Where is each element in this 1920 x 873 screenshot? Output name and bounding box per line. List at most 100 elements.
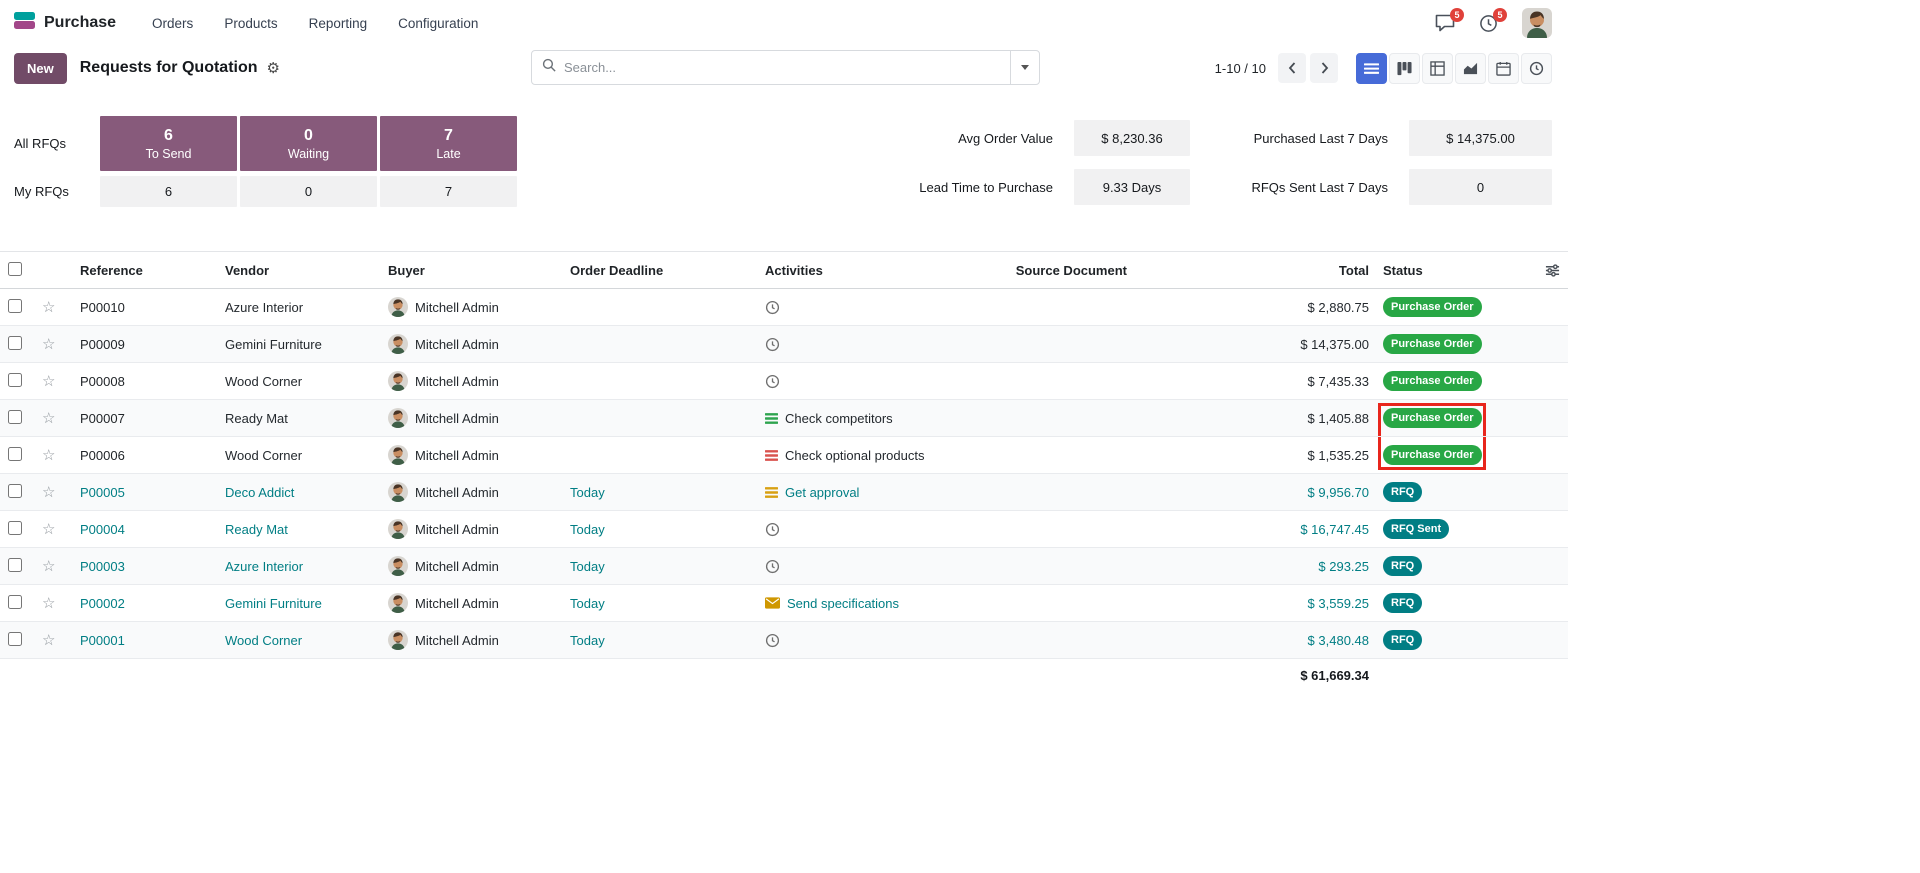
tile-to-send[interactable]: 6 To Send — [100, 116, 237, 171]
search-input[interactable] — [564, 60, 1000, 75]
purchase-app: Purchase Orders Products Reporting Confi… — [0, 0, 1568, 693]
kanban-view-button[interactable] — [1389, 53, 1420, 84]
buyer-name: Mitchell Admin — [415, 300, 499, 315]
row-checkbox[interactable] — [8, 558, 22, 572]
my-late-count[interactable]: 7 — [380, 176, 517, 207]
activity-cell[interactable] — [765, 522, 932, 537]
activity-cell[interactable] — [765, 374, 932, 389]
favorite-star-icon[interactable]: ☆ — [42, 558, 55, 575]
pivot-view-button[interactable] — [1422, 53, 1453, 84]
row-checkbox[interactable] — [8, 373, 22, 387]
list-icon — [1364, 61, 1379, 76]
favorite-star-icon[interactable]: ☆ — [42, 299, 55, 316]
row-checkbox[interactable] — [8, 336, 22, 350]
favorite-star-icon[interactable]: ☆ — [42, 484, 55, 501]
pager-next-button[interactable] — [1310, 53, 1338, 83]
buyer-cell: Mitchell Admin — [388, 445, 554, 465]
table-row[interactable]: ☆ P00006 Wood Corner Mitchell Admin Chec… — [0, 437, 1568, 474]
row-checkbox[interactable] — [8, 447, 22, 461]
optional-columns-icon[interactable] — [1502, 263, 1560, 278]
action-gear-icon[interactable]: ⚙ — [267, 59, 280, 77]
reference-cell: P00010 — [80, 300, 125, 315]
activity-cell[interactable]: Check optional products — [765, 448, 932, 463]
activity-cell[interactable] — [765, 300, 932, 315]
tile-waiting[interactable]: 0 Waiting — [240, 116, 377, 171]
row-checkbox[interactable] — [8, 521, 22, 535]
total-cell: $ 16,747.45 — [1300, 522, 1369, 537]
menu-configuration[interactable]: Configuration — [396, 12, 480, 35]
header-vendor[interactable]: Vendor — [217, 252, 380, 289]
row-checkbox[interactable] — [8, 484, 22, 498]
activity-cell[interactable] — [765, 633, 932, 648]
clock-icon — [765, 559, 780, 574]
rfqs-sent-last-7-days-label: RFQs Sent Last 7 Days — [1223, 180, 1388, 195]
header-reference[interactable]: Reference — [72, 252, 217, 289]
select-all-checkbox[interactable] — [8, 262, 22, 276]
favorite-star-icon[interactable]: ☆ — [42, 595, 55, 612]
table-row[interactable]: ☆ P00009 Gemini Furniture Mitchell Admin… — [0, 326, 1568, 363]
graph-view-button[interactable] — [1455, 53, 1486, 84]
user-avatar[interactable] — [1522, 8, 1552, 38]
my-to-send-count[interactable]: 6 — [100, 176, 237, 207]
favorite-star-icon[interactable]: ☆ — [42, 410, 55, 427]
activities-icon[interactable]: 5 — [1479, 14, 1498, 33]
lead-time-label: Lead Time to Purchase — [903, 180, 1053, 195]
table-row[interactable]: ☆ P00010 Azure Interior Mitchell Admin $… — [0, 289, 1568, 326]
tile-late[interactable]: 7 Late — [380, 116, 517, 171]
tasks-icon — [765, 449, 778, 462]
menu-products[interactable]: Products — [222, 12, 279, 35]
header-order-deadline[interactable]: Order Deadline — [562, 252, 757, 289]
table-row[interactable]: ☆ P00005 Deco Addict Mitchell Admin Toda… — [0, 474, 1568, 511]
buyer-avatar — [388, 445, 408, 465]
avg-order-value: $ 8,230.36 — [1074, 120, 1190, 156]
pager-value[interactable]: 1-10 / 10 — [1215, 61, 1266, 76]
table-row[interactable]: ☆ P00004 Ready Mat Mitchell Admin Today … — [0, 511, 1568, 548]
activity-cell[interactable] — [765, 337, 932, 352]
header-total[interactable]: Total — [1135, 252, 1377, 289]
my-waiting-count[interactable]: 0 — [240, 176, 377, 207]
activity-cell[interactable]: Get approval — [765, 485, 932, 500]
vendor-cell: Gemini Furniture — [225, 596, 322, 611]
activity-cell[interactable] — [765, 559, 932, 574]
table-row[interactable]: ☆ P00007 Ready Mat Mitchell Admin Check … — [0, 400, 1568, 437]
vendor-cell: Wood Corner — [225, 633, 302, 648]
table-row[interactable]: ☆ P00003 Azure Interior Mitchell Admin T… — [0, 548, 1568, 585]
favorite-star-icon[interactable]: ☆ — [42, 521, 55, 538]
new-button[interactable]: New — [14, 53, 67, 84]
search-dropdown-toggle[interactable] — [1010, 51, 1039, 84]
favorite-star-icon[interactable]: ☆ — [42, 447, 55, 464]
header-status[interactable]: Status — [1377, 252, 1494, 289]
table-row[interactable]: ☆ P00008 Wood Corner Mitchell Admin $ 7,… — [0, 363, 1568, 400]
buyer-name: Mitchell Admin — [415, 522, 499, 537]
app-switcher[interactable]: Purchase — [14, 12, 116, 34]
favorite-star-icon[interactable]: ☆ — [42, 373, 55, 390]
favorite-star-icon[interactable]: ☆ — [42, 632, 55, 649]
row-checkbox[interactable] — [8, 410, 22, 424]
activity-cell[interactable]: Send specifications — [765, 596, 932, 611]
pager-previous-button[interactable] — [1278, 53, 1306, 83]
list-view-button[interactable] — [1356, 53, 1387, 84]
menu-reporting[interactable]: Reporting — [307, 12, 370, 35]
menu-orders[interactable]: Orders — [150, 12, 195, 35]
reference-cell: P00001 — [80, 633, 125, 648]
buyer-avatar — [388, 297, 408, 317]
vendor-cell: Ready Mat — [225, 411, 288, 426]
activity-view-button[interactable] — [1521, 53, 1552, 84]
calendar-view-button[interactable] — [1488, 53, 1519, 84]
messages-icon[interactable]: 5 — [1435, 14, 1455, 32]
header-buyer[interactable]: Buyer — [380, 252, 562, 289]
table-row[interactable]: ☆ P00002 Gemini Furniture Mitchell Admin… — [0, 585, 1568, 622]
buyer-cell: Mitchell Admin — [388, 408, 554, 428]
row-checkbox[interactable] — [8, 299, 22, 313]
activity-cell[interactable]: Check competitors — [765, 411, 932, 426]
buyer-cell: Mitchell Admin — [388, 630, 554, 650]
header-activities[interactable]: Activities — [757, 252, 940, 289]
avg-order-value-label: Avg Order Value — [903, 131, 1053, 146]
table-row[interactable]: ☆ P00001 Wood Corner Mitchell Admin Toda… — [0, 622, 1568, 659]
row-checkbox[interactable] — [8, 595, 22, 609]
favorite-star-icon[interactable]: ☆ — [42, 336, 55, 353]
header-source-document[interactable]: Source Document — [940, 252, 1135, 289]
vendor-cell: Wood Corner — [225, 448, 302, 463]
buyer-avatar — [388, 593, 408, 613]
row-checkbox[interactable] — [8, 632, 22, 646]
